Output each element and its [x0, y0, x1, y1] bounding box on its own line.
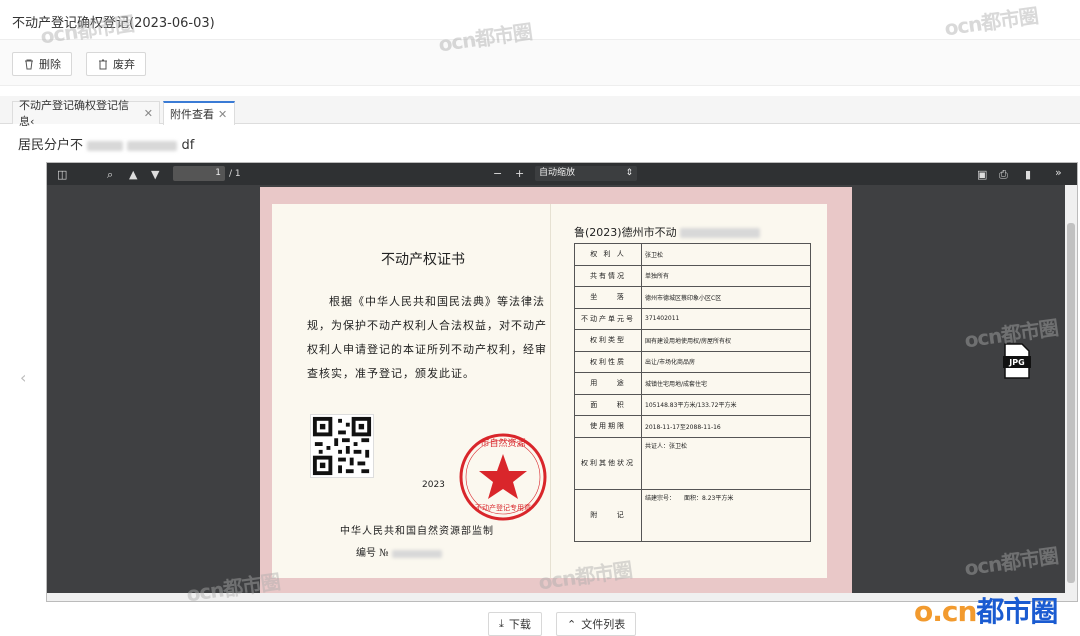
redacted-text	[680, 228, 761, 238]
bookmark-icon[interactable]: ▮	[1025, 168, 1031, 181]
tab-bar: 不动产登记确权登记信息‹ ✕ 附件查看 ✕	[0, 96, 1080, 128]
page-number-input[interactable]: 1	[173, 166, 225, 181]
certificate-number-label: 编号 №	[356, 544, 442, 559]
print-icon[interactable]: ⎙	[999, 168, 1008, 182]
certificate-row: 用 途城镇住宅用地/成套住宅	[574, 372, 811, 395]
certificate-table: 权 利 人张卫松 共有情况 单独所有坐 落德州市德城区蔡印象小区C区 不动产单元号 37…	[574, 243, 811, 542]
row-value: 张卫松	[641, 243, 811, 266]
row-key: 不动产单元号	[574, 307, 642, 330]
certificate-row: 面 积 105148.83平方米/133.72平方米	[574, 393, 811, 416]
previous-arrow-icon[interactable]: ‹	[20, 368, 26, 387]
zoom-in-button[interactable]: +	[515, 167, 524, 180]
tools-more-button[interactable]: »	[1055, 166, 1062, 179]
attachment-filename: 居民分户不 df	[18, 138, 195, 153]
file-list-button[interactable]: ⌃ 文件列表	[556, 612, 637, 636]
zoom-out-button[interactable]: −	[493, 167, 502, 180]
redacted-text	[127, 140, 178, 151]
tab-label: 不动产登记确权登记信息‹	[19, 99, 129, 128]
close-icon[interactable]: ✕	[144, 107, 153, 120]
certificate-row: 共有情况 单独所有	[574, 264, 811, 287]
row-value: 出让/市场化商品房	[641, 350, 811, 373]
certificate-number: 鲁(2023)德州市不动	[574, 224, 761, 240]
trash-icon	[25, 59, 33, 70]
toolbar: 删除 废弃	[0, 40, 1080, 86]
row-key: 用 途	[574, 372, 642, 395]
zoom-select[interactable]: 自动缩放 ⇕	[535, 166, 637, 181]
viewer-toolbar: ◫ ⌕ ▲ ▼ 1 / 1 − + 自动缩放 ⇕ ▣ ⎙ ▮ »	[47, 163, 1077, 185]
property-certificate: 不动产权证书 根据《中华人民共和国民法典》等法律法规，为保护不动产权利人合法权益…	[272, 204, 827, 578]
tab-registration-info[interactable]: 不动产登记确权登记信息‹ ✕	[12, 99, 160, 128]
vertical-scrollbar[interactable]	[1065, 185, 1077, 593]
row-key: 附 记	[574, 488, 642, 542]
row-value: 单独所有	[641, 264, 811, 287]
qr-code-icon	[310, 414, 374, 478]
redacted-text	[391, 549, 442, 558]
svg-text:市自然资源: 市自然资源	[480, 437, 525, 449]
page-down-icon[interactable]: ▼	[151, 168, 159, 181]
svg-text:JPG: JPG	[1008, 358, 1024, 367]
discard-label: 废弃	[113, 58, 135, 71]
svg-text:不动产登记专用章: 不动产登记专用章	[475, 503, 531, 512]
download-icon: ⤓	[499, 617, 504, 630]
row-key: 权 利 人	[574, 243, 642, 266]
pdf-viewer: ◫ ⌕ ▲ ▼ 1 / 1 − + 自动缩放 ⇕ ▣ ⎙ ▮ » 不动产权证书 …	[46, 162, 1078, 602]
discard-button[interactable]: 废弃	[86, 52, 146, 76]
chevron-down-icon: ⇕	[625, 168, 633, 178]
tab-attachment-view[interactable]: 附件查看 ✕	[163, 101, 235, 125]
row-key: 权利其他状况	[574, 436, 642, 490]
fold-line	[550, 204, 551, 578]
delete-label: 删除	[39, 58, 61, 71]
jpg-file-icon: JPG	[1003, 343, 1031, 379]
row-value: 105148.83平方米/133.72平方米	[641, 393, 811, 416]
certificate-title: 不动产权证书	[381, 252, 465, 268]
search-icon[interactable]: ⌕	[107, 168, 113, 182]
certificate-row: 不动产单元号 371402011	[574, 307, 811, 330]
issue-year: 2023	[422, 480, 445, 490]
certificate-row: 权利性质 出让/市场化商品房	[574, 350, 811, 373]
document-page: 不动产权证书 根据《中华人民共和国民法典》等法律法规，为保护不动产权利人合法权益…	[260, 187, 852, 593]
certificate-row: 使用期限 2018-11-17至2088-11-16	[574, 415, 811, 438]
row-value: 国有建设用地使用权/房屋所有权	[641, 329, 811, 352]
row-key: 共有情况	[574, 264, 642, 287]
supervisor-text: 中华人民共和国自然资源部监制	[340, 526, 494, 537]
certificate-row: 附 记结建宗号： 面积：8.23平方米	[574, 488, 811, 542]
brand-logo: o.cn都市圈	[914, 595, 1058, 628]
certificate-row: 权 利 人张卫松	[574, 243, 811, 266]
tab-label: 附件查看	[170, 108, 214, 121]
certificate-row: 权利其他状况 共证人：张卫松	[574, 436, 811, 490]
close-icon[interactable]: ✕	[218, 108, 227, 121]
delete-button[interactable]: 删除	[12, 52, 72, 76]
download-button[interactable]: ⤓ 下载	[488, 612, 542, 636]
row-value: 共证人：张卫松	[641, 436, 811, 490]
page-up-icon[interactable]: ▲	[129, 168, 137, 181]
certificate-body: 根据《中华人民共和国民法典》等法律法规，为保护不动产权利人合法权益，对不动产权利…	[307, 295, 547, 380]
row-value: 德州市德城区蔡印象小区C区	[641, 286, 811, 309]
certificate-row: 坐 落德州市德城区蔡印象小区C区	[574, 286, 811, 309]
row-value: 371402011	[641, 307, 811, 330]
page-count: / 1	[229, 169, 241, 179]
certificate-row: 权利类型 国有建设用地使用权/房屋所有权	[574, 329, 811, 352]
official-seal-icon: 市自然资源 不动产登记专用章	[459, 433, 547, 521]
sidebar-toggle-icon[interactable]: ◫	[57, 168, 67, 181]
bin-icon	[99, 59, 107, 70]
row-value: 2018-11-17至2088-11-16	[641, 415, 811, 438]
open-file-icon[interactable]: ▣	[977, 168, 987, 181]
title-bar: 不动产登记确权登记(2023-06-03)	[0, 0, 1080, 40]
row-key: 面 积	[574, 393, 642, 416]
row-key: 权利性质	[574, 350, 642, 373]
row-value: 结建宗号： 面积：8.23平方米	[641, 488, 811, 542]
chevron-up-icon: ⌃	[567, 617, 577, 631]
row-key: 使用期限	[574, 415, 642, 438]
row-value: 城镇住宅用地/成套住宅	[641, 372, 811, 395]
row-key: 坐 落	[574, 286, 642, 309]
row-key: 权利类型	[574, 329, 642, 352]
redacted-text	[87, 140, 124, 151]
scroll-thumb[interactable]	[1067, 223, 1075, 583]
